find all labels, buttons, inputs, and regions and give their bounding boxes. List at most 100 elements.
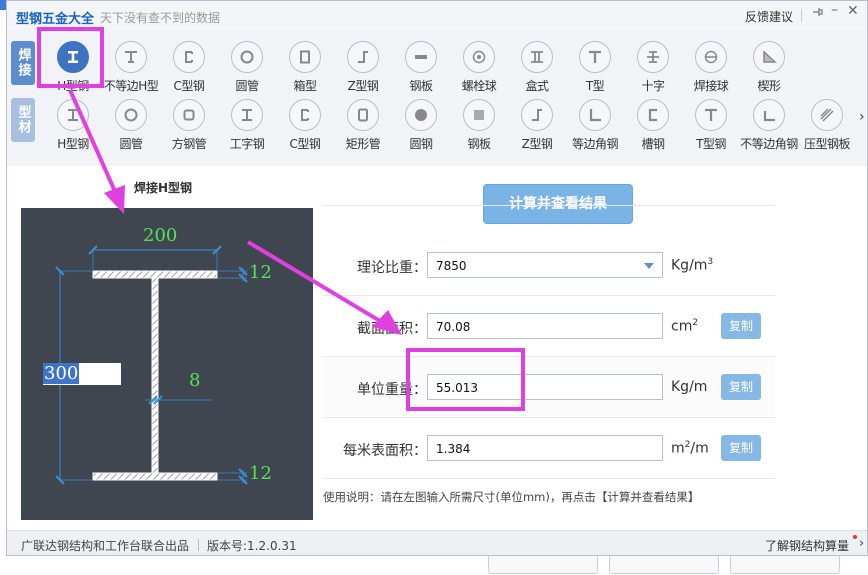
flange-width-value[interactable]: 200 — [143, 225, 177, 246]
top-flange-thickness-value[interactable]: 12 — [249, 262, 272, 283]
c-channel-icon — [173, 41, 205, 73]
learn-more-link[interactable]: 了解钢结构算量 — [765, 537, 849, 554]
item-box-type[interactable]: 盒式 — [508, 41, 566, 97]
square-tube-icon — [173, 99, 205, 131]
footer-credits: 广联达钢结构和工作台联合出品 — [21, 539, 190, 553]
equal-angle-icon — [579, 99, 611, 131]
box-type-icon — [521, 41, 553, 73]
item-box-section[interactable]: 箱型 — [276, 41, 334, 97]
round-bar-icon — [405, 99, 437, 131]
item-c-steel[interactable]: C型钢 — [160, 41, 218, 97]
copy-unit-weight-button[interactable]: 复制 — [721, 374, 761, 400]
unequal-h-icon — [115, 41, 147, 73]
surface-area-value: 1.384 — [436, 442, 471, 456]
title-bar: 型钢五金大全 天下没有查不到的数据 反馈建议 – ✕ — [7, 1, 867, 31]
item-label: 圆管 — [235, 79, 259, 93]
item-z-steel-2[interactable]: Z型钢 — [508, 99, 566, 155]
item-t-steel[interactable]: T型钢 — [682, 99, 740, 155]
item-label: 箱型 — [293, 79, 317, 93]
item-cross-section[interactable]: 十字 — [624, 41, 682, 97]
item-label: 等边角钢 — [571, 137, 619, 151]
scroll-right-icon[interactable]: › — [859, 109, 865, 125]
item-label: H型钢 — [57, 79, 89, 93]
height-input[interactable]: 300 — [43, 363, 121, 385]
rect-tube-icon — [347, 99, 379, 131]
calculate-button[interactable]: 计算并查看结果 — [483, 184, 633, 224]
t-section-icon — [695, 99, 727, 131]
steel-plate-icon — [405, 41, 437, 73]
round-tube-icon — [115, 99, 147, 131]
copy-surface-area-button[interactable]: 复制 — [721, 435, 761, 461]
feedback-link[interactable]: 反馈建议 — [745, 8, 793, 25]
item-unequal-angle[interactable]: 不等边角钢 — [740, 99, 798, 155]
item-profiled-sheet[interactable]: 压型钢板 — [798, 99, 856, 155]
item-label: 楔形 — [757, 79, 781, 93]
item-c-steel-2[interactable]: C型钢 — [276, 99, 334, 155]
channel-icon — [637, 99, 669, 131]
item-channel[interactable]: 槽钢 — [624, 99, 682, 155]
footer-separator — [198, 539, 199, 551]
minimize-icon[interactable]: – — [831, 2, 838, 18]
web-thickness-value[interactable]: 8 — [189, 370, 200, 391]
item-label: 工字钢 — [229, 137, 265, 151]
item-t-section[interactable]: T型 — [566, 41, 624, 97]
item-unequal-h[interactable]: 不等边H型 — [102, 41, 160, 97]
density-select[interactable]: 7850 — [427, 252, 663, 278]
item-label: T型钢 — [696, 137, 726, 151]
unequal-angle-icon — [753, 99, 785, 131]
surface-area-label: 每米表面积： — [343, 443, 427, 459]
item-welded-ball[interactable]: 焊接球 — [682, 41, 740, 97]
app-title: 型钢五金大全 — [16, 12, 95, 27]
density-value: 7850 — [436, 259, 467, 273]
item-rect-tube[interactable]: 矩形管 — [334, 99, 392, 155]
steel-plate-icon — [463, 99, 495, 131]
copy-area-button[interactable]: 复制 — [721, 313, 761, 339]
close-icon[interactable]: ✕ — [847, 3, 859, 19]
item-square-tube[interactable]: 方钢管 — [160, 99, 218, 155]
app-window: 型钢五金大全 天下没有查不到的数据 反馈建议 – ✕ 焊接 型材 H型钢 不等边… — [6, 0, 868, 556]
item-label: 压型钢板 — [803, 137, 851, 151]
row-divider — [323, 295, 775, 296]
category-tab-welded[interactable]: 焊接 — [11, 41, 35, 85]
usage-instructions: 使用说明：请在左图输入所需尺寸(单位mm)，再点击【计算并查看结果】 — [323, 490, 700, 504]
item-label: Z型钢 — [347, 79, 379, 93]
item-label: 钢板 — [467, 137, 491, 151]
item-label: 十字 — [641, 79, 665, 93]
app-subtitle: 天下没有查不到的数据 — [100, 11, 221, 25]
item-label: 矩形管 — [345, 137, 381, 151]
surface-area-field[interactable]: 1.384 — [427, 435, 663, 461]
height-input-value: 300 — [43, 363, 80, 384]
item-equal-angle[interactable]: 等边角钢 — [566, 99, 624, 155]
item-round-tube-2[interactable]: 圆管 — [102, 99, 160, 155]
item-label: 钢板 — [409, 79, 433, 93]
item-steel-plate[interactable]: 钢板 — [392, 41, 450, 97]
item-h-beam[interactable]: H型钢 — [44, 99, 102, 155]
item-label: 不等边H型 — [103, 79, 159, 93]
h-beam-icon — [57, 41, 89, 73]
unit-weight-field[interactable]: 55.013 — [427, 374, 663, 400]
item-label: 焊接球 — [693, 79, 729, 93]
t-section-icon — [579, 41, 611, 73]
category-tab-profiles[interactable]: 型材 — [11, 98, 35, 142]
i-beam-icon — [231, 99, 263, 131]
h-beam-icon — [57, 99, 89, 131]
bottom-flange-thickness-value[interactable]: 12 — [249, 463, 272, 484]
dropdown-arrow-icon — [644, 263, 654, 269]
chevron-right-icon[interactable]: › — [859, 536, 864, 551]
z-section-icon — [347, 41, 379, 73]
item-label: 盒式 — [525, 79, 549, 93]
pin-icon[interactable] — [811, 5, 823, 23]
item-steel-plate-2[interactable]: 钢板 — [450, 99, 508, 155]
density-unit: Kg/m3 — [671, 257, 714, 274]
item-wedge[interactable]: 楔形 — [740, 41, 798, 97]
item-label: 圆管 — [119, 137, 143, 151]
item-round-bar[interactable]: 圆钢 — [392, 99, 450, 155]
area-field[interactable]: 70.08 — [427, 313, 663, 339]
item-bolt-ball[interactable]: 螺栓球 — [450, 41, 508, 97]
item-round-tube[interactable]: 圆管 — [218, 41, 276, 97]
item-welded-h-beam[interactable]: H型钢 — [44, 41, 102, 97]
area-unit: cm2 — [671, 318, 699, 335]
item-label: T型 — [585, 79, 605, 93]
item-z-steel[interactable]: Z型钢 — [334, 41, 392, 97]
item-i-beam[interactable]: 工字钢 — [218, 99, 276, 155]
